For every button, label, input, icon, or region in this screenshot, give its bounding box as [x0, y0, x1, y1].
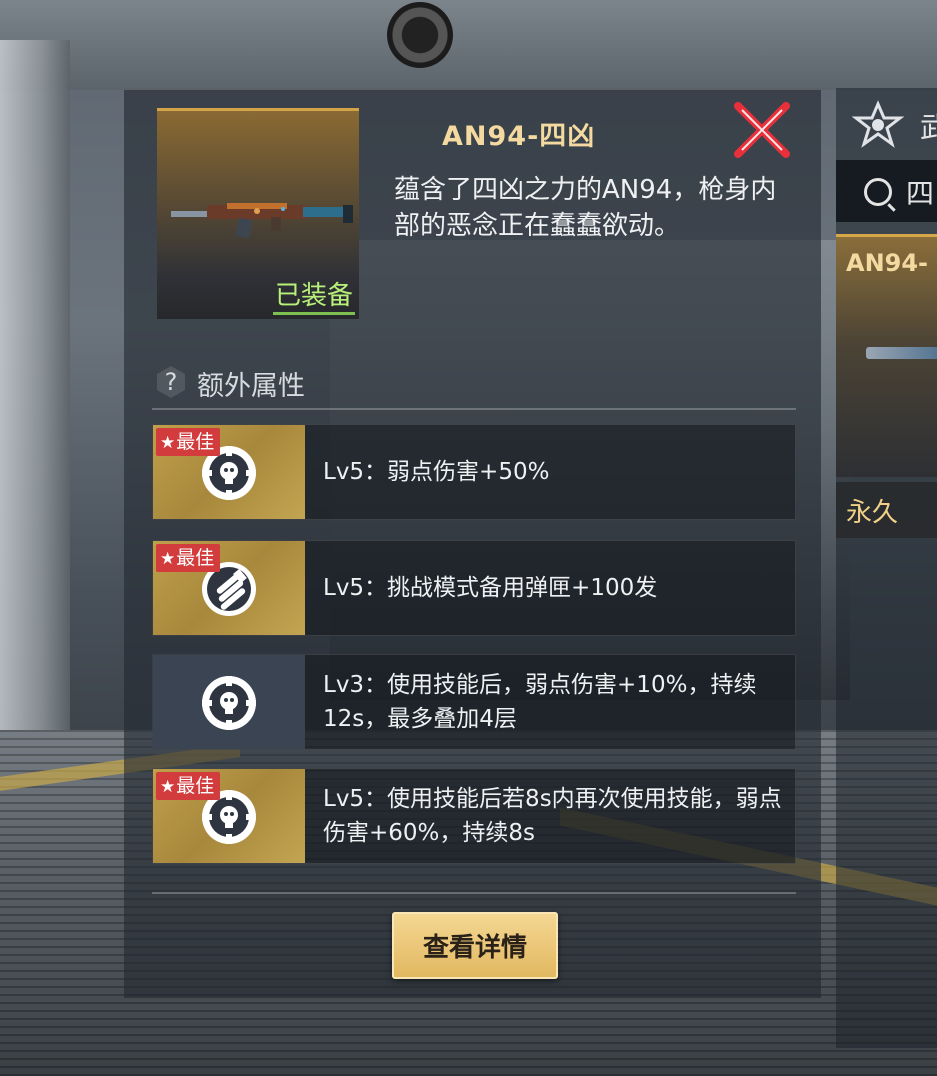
attribute-text: Lv5：使用技能后若8s内再次使用技能，弱点伤害+60%，持续8s [323, 786, 782, 846]
section-divider [152, 408, 796, 410]
close-icon [734, 102, 790, 158]
search-icon [864, 178, 892, 206]
best-badge-label: 最佳 [176, 547, 215, 569]
attribute-row[interactable]: ★最佳 Lv5：弱点伤害+50% [152, 424, 796, 520]
attribute-icon-box [153, 655, 305, 749]
best-badge-label: 最佳 [176, 775, 215, 797]
best-badge: ★最佳 [156, 428, 221, 456]
help-icon[interactable]: ? [157, 366, 185, 398]
attribute-row[interactable]: ★最佳 Lv5：使用技能后若8s内再次使用技能，弱点伤害+60%，持续8s [152, 768, 796, 864]
attribute-row[interactable]: Lv3：使用技能后，弱点伤害+10%，持续12s，最多叠加4层 [152, 654, 796, 750]
crosshair-skull-icon [202, 676, 256, 730]
rank-emblem-icon [851, 100, 905, 148]
weapon-duration-label: 永久 [846, 498, 899, 528]
star-icon: ★ [160, 433, 176, 453]
view-details-button[interactable]: 查看详情 [392, 912, 558, 979]
weapon-category-label: 武 [920, 111, 937, 144]
attribute-row[interactable]: ★最佳 Lv5：挑战模式备用弹匣+100发 [152, 540, 796, 636]
attribute-text: Lv5：弱点伤害+50% [323, 459, 550, 485]
attribute-text: Lv5：挑战模式备用弹匣+100发 [323, 575, 658, 601]
star-icon: ★ [160, 777, 176, 797]
section-divider [152, 892, 796, 894]
weapon-detail-popup: 已装备 AN94-四凶 蕴含了四凶之力的AN94，枪身内部的恶念正在蠢蠢欲动。 … [124, 88, 821, 998]
weapon-card-gun-image [866, 347, 937, 359]
weapon-search-input[interactable]: 四 [836, 160, 937, 222]
weapon-list-panel: 武 四 AN94- 永久 [836, 88, 937, 1048]
weapon-description: 蕴含了四凶之力的AN94，枪身内部的恶念正在蠢蠢欲动。 [394, 175, 777, 241]
star-icon: ★ [160, 549, 176, 569]
extra-attributes-title: 额外属性 [197, 371, 305, 402]
equipped-badge: 已装备 [272, 275, 355, 315]
best-badge: ★最佳 [156, 772, 221, 800]
close-button[interactable] [730, 98, 794, 162]
rifle-icon [171, 203, 353, 239]
background-pillar [0, 40, 70, 740]
attribute-text: Lv3：使用技能后，弱点伤害+10%，持续12s，最多叠加4层 [323, 672, 757, 732]
weapon-list-card[interactable]: AN94- [836, 234, 937, 477]
best-badge-label: 最佳 [176, 431, 215, 453]
background-ceiling [0, 0, 937, 90]
background-speaker [387, 2, 453, 68]
weapon-name: AN94-四凶 [442, 121, 596, 152]
weapon-thumbnail: 已装备 [157, 108, 359, 319]
search-input-value: 四 [906, 177, 935, 210]
weapon-card-title: AN94- [846, 249, 929, 277]
best-badge: ★最佳 [156, 544, 221, 572]
weapon-duration: 永久 [836, 482, 937, 538]
